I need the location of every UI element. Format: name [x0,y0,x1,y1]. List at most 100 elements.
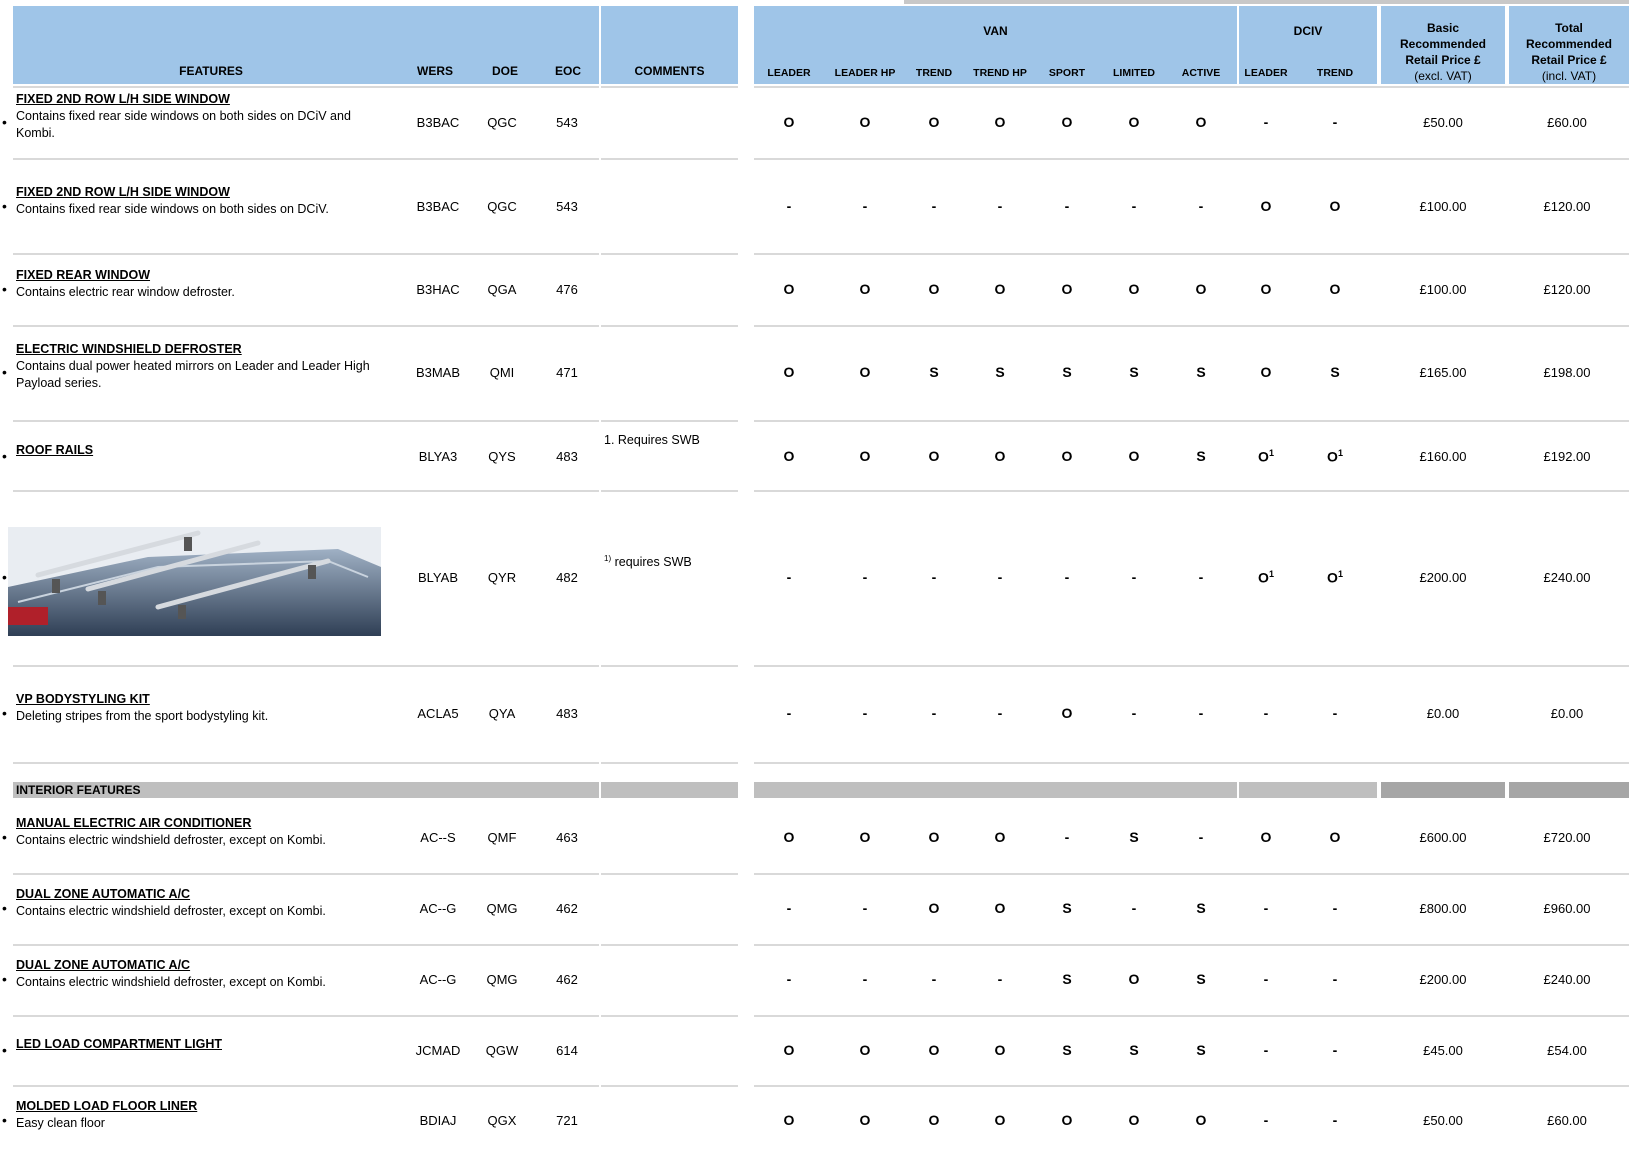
row-separator [754,490,1629,492]
basic-price-cell: £200.00 [1419,972,1467,987]
wers-cell: B3MAB [415,365,461,380]
row-separator [754,253,1629,255]
availability-mark-value: O [1329,829,1341,845]
header-separator [13,86,599,88]
bullet-icon: • [2,198,7,214]
row-separator [601,762,738,764]
availability-mark: O [769,829,809,845]
availability-mark: - [1246,705,1286,721]
availability-mark: O [1047,705,1087,721]
eoc-cell: 476 [556,282,578,297]
availability-mark: - [980,569,1020,585]
availability-mark: O [769,1042,809,1058]
availability-mark-value: S [1062,971,1072,987]
row-separator [601,1085,738,1087]
eoc-cell: 462 [556,972,578,987]
availability-mark-value: O [1128,1112,1140,1128]
comment-text: 1. Requires SWB [604,433,700,447]
availability-mark: - [1315,1042,1355,1058]
availability-mark: - [914,705,954,721]
row-separator [754,420,1629,422]
wers-cell: JCMAD [415,1043,461,1058]
availability-mark: S [1047,364,1087,380]
comment-text: requires SWB [611,555,692,570]
availability-mark: S [914,364,954,380]
feature-description: Contains electric windshield defroster, … [16,904,326,918]
bullet-icon: • [2,281,7,297]
availability-mark-value: - [1263,1042,1269,1058]
availability-mark-value: O [994,829,1006,845]
availability-footnote: 1 [1337,448,1343,458]
header-features-label: FEATURES [179,64,243,78]
availability-mark: S [1114,1042,1154,1058]
availability-mark: - [1246,114,1286,130]
header-features: FEATURES WERS DOE EOC [13,6,599,84]
availability-mark-value: O [1260,364,1272,380]
availability-mark-value: O [994,114,1006,130]
availability-mark: O [980,1042,1020,1058]
availability-mark-value: O [994,448,1006,464]
availability-mark: - [914,569,954,585]
availability-mark: O [845,1042,885,1058]
availability-mark-value: - [931,569,937,585]
availability-mark: O [1181,281,1221,297]
availability-mark: - [980,198,1020,214]
bullet-icon: • [2,1112,7,1128]
basic-price-cell: £160.00 [1419,449,1467,464]
availability-mark: O [1315,281,1355,297]
subheader-dciv-leader: LEADER [1244,67,1288,79]
availability-mark-value: O [859,448,871,464]
feature-description: Contains electric windshield defroster, … [16,833,326,847]
total-price-cell: £240.00 [1543,570,1591,585]
basic-price-cell: £165.00 [1419,365,1467,380]
header-comments: COMMENTS [601,6,738,84]
availability-mark: - [1047,829,1087,845]
availability-mark: - [1246,900,1286,916]
availability-mark-value: O [928,1042,940,1058]
availability-mark: O [1114,1112,1154,1128]
availability-mark: - [1246,1042,1286,1058]
availability-mark: - [845,705,885,721]
availability-mark-value: O [783,281,795,297]
row-separator [13,944,599,946]
availability-mark: - [1181,705,1221,721]
feature-title: ELECTRIC WINDSHIELD DEFROSTER [16,342,242,356]
feature-title: FIXED REAR WINDOW [16,268,151,282]
bullet-icon: • [2,971,7,987]
availability-mark-value: O [928,114,940,130]
total-price-line3: Retail Price £ [1531,53,1607,67]
availability-mark-value: S [1129,1042,1139,1058]
availability-mark-value: - [931,971,937,987]
availability-mark: S [1047,971,1087,987]
availability-mark: O [1315,829,1355,845]
availability-mark-value: S [1062,364,1072,380]
availability-mark: - [769,198,809,214]
availability-mark: - [1114,900,1154,916]
eoc-cell: 462 [556,901,578,916]
availability-mark-value: - [862,705,868,721]
availability-mark-value: - [1263,114,1269,130]
availability-mark: O [1246,281,1286,297]
wers-cell: B3BAC [416,115,460,130]
doe-cell: QYS [488,449,516,464]
availability-mark-value: O [859,364,871,380]
row-separator [601,665,738,667]
availability-mark: - [1047,198,1087,214]
availability-mark: - [769,705,809,721]
header-comments-label: COMMENTS [634,64,705,78]
availability-mark: O [1114,448,1154,464]
availability-mark: - [845,900,885,916]
total-price-cell: £60.00 [1547,115,1587,130]
availability-mark-value: O [783,114,795,130]
total-price-cell: £720.00 [1543,830,1591,845]
availability-mark: O [845,1112,885,1128]
feature-cell: ELECTRIC WINDSHIELD DEFROSTER Contains du… [16,341,370,392]
availability-mark-value: O [1061,705,1073,721]
availability-mark: O [914,1042,954,1058]
row-separator [13,873,599,875]
availability-mark-value: S [929,364,939,380]
availability-mark: - [769,569,809,585]
header-van-label: VAN [983,24,1008,38]
availability-mark-value: O [783,1112,795,1128]
wers-cell: BLYA3 [418,449,458,464]
